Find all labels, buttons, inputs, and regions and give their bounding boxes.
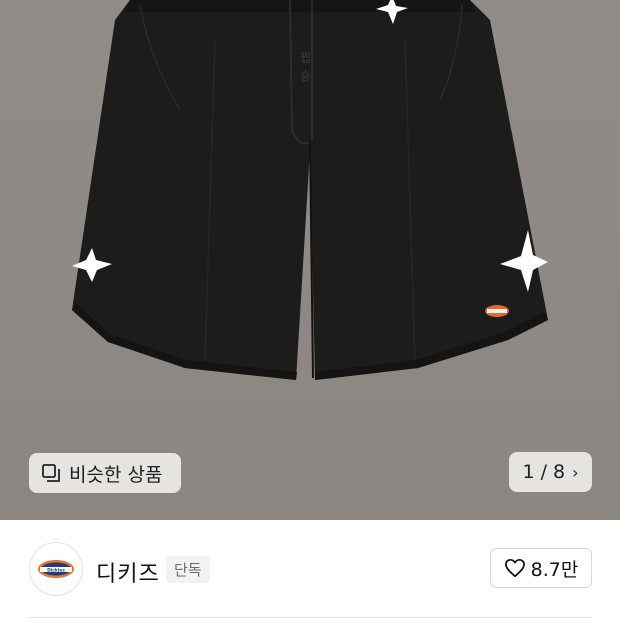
- svg-text:Dickies: Dickies: [47, 567, 65, 573]
- similar-products-icon: [42, 464, 60, 482]
- similar-products-label: 비슷한 상품: [69, 463, 163, 486]
- like-count: 8.7만: [530, 558, 579, 581]
- similar-products-button[interactable]: 비슷한 상품: [29, 453, 181, 493]
- product-image-shorts: 쩝 숑: [72, 0, 548, 380]
- dickies-logo: Dickies: [38, 560, 74, 578]
- brand-name[interactable]: 디키즈: [96, 556, 160, 588]
- heart-outline-icon: [504, 558, 525, 578]
- brand-logo[interactable]: Dickies: [29, 542, 83, 596]
- chevron-right-icon: ›: [572, 462, 579, 482]
- svg-text:숑: 숑: [300, 69, 311, 83]
- section-divider: [29, 617, 592, 618]
- product-image-carousel[interactable]: 쩝 숑 비슷한 상품 1 / 8 ›: [0, 0, 620, 520]
- page-indicator-text: 1 / 8: [522, 461, 566, 483]
- like-button[interactable]: 8.7만: [490, 548, 592, 588]
- exclusive-badge: 단독: [166, 556, 210, 583]
- image-page-indicator[interactable]: 1 / 8 ›: [509, 452, 592, 492]
- svg-text:쩝: 쩝: [300, 51, 311, 65]
